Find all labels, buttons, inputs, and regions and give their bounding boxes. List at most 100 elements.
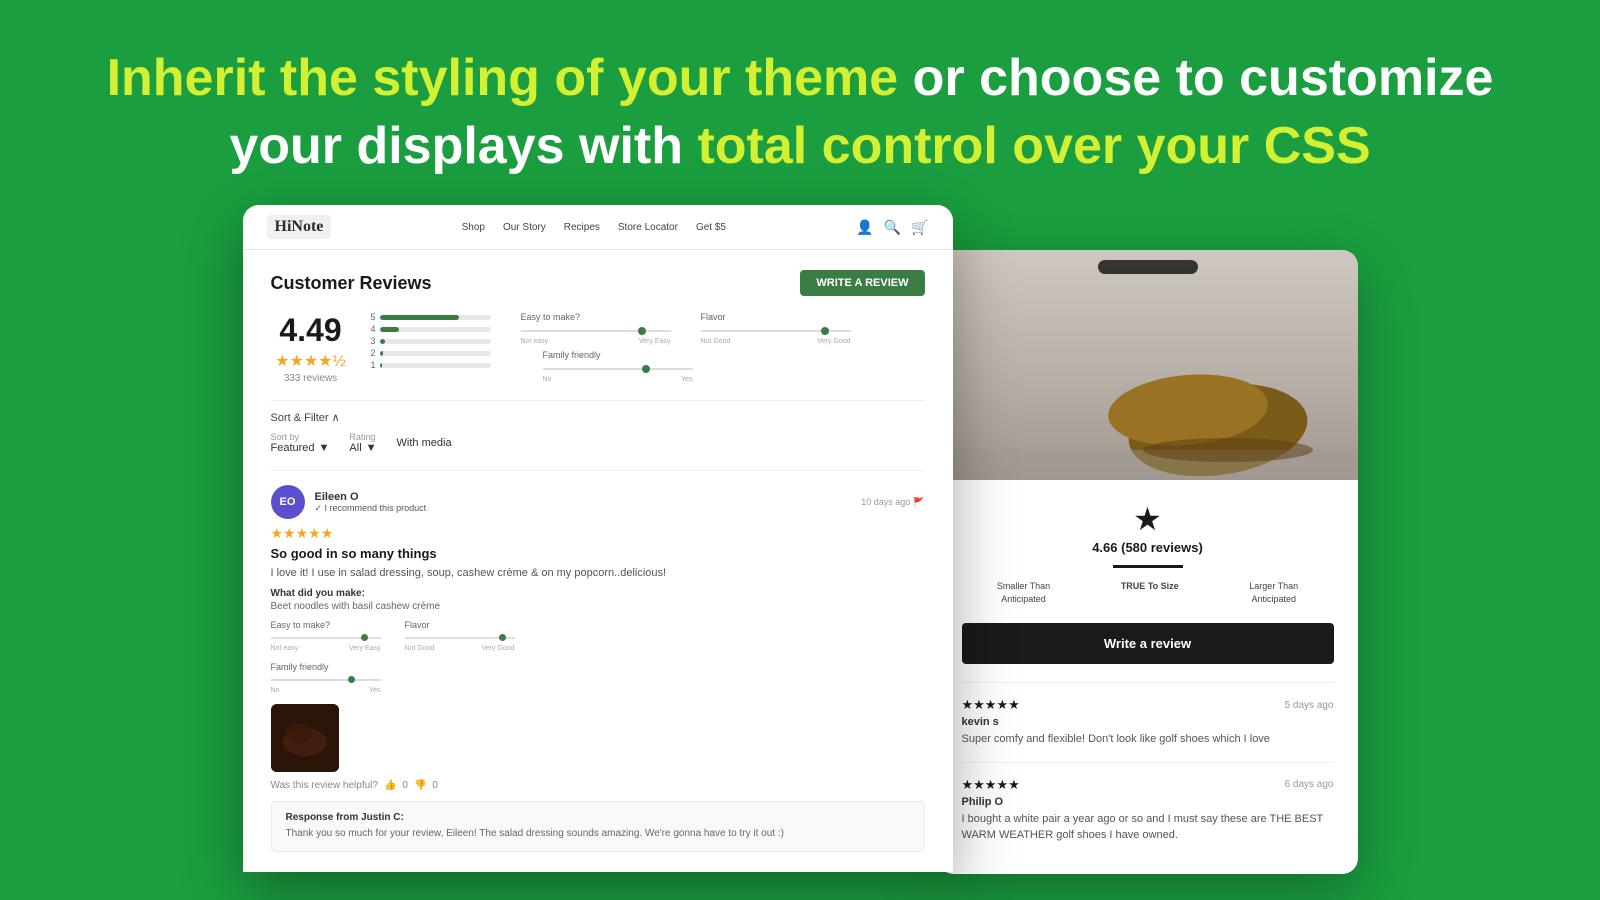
shoe-review-1-date: 5 days ago bbox=[1285, 700, 1334, 711]
product-image-area bbox=[938, 250, 1358, 480]
review-headline: So good in so many things bbox=[271, 546, 925, 561]
hero-text-yellow-2: total control over your CSS bbox=[697, 117, 1370, 175]
nav-links: Shop Our Story Recipes Store Locator Get… bbox=[462, 222, 726, 233]
rating-summary: 4.49 ★★★★½ 333 reviews 5 4 3 bbox=[271, 312, 925, 384]
attributes-section: Easy to make? Not easyVery Easy Flavor bbox=[521, 312, 851, 345]
review-header: Customer Reviews WRITE A REVIEW bbox=[271, 270, 925, 296]
shoe-review-1-stars: ★★★★★ bbox=[962, 697, 1020, 713]
hero-section: Inherit the styling of your theme or cho… bbox=[0, 0, 1600, 205]
attr-block-2: Flavor Not GoodVery Good bbox=[701, 312, 851, 345]
hero-text-white-2: your displays with bbox=[229, 117, 683, 175]
thumbdown-icon[interactable]: 👎 bbox=[414, 780, 426, 791]
with-media-filter[interactable]: With media bbox=[397, 437, 452, 449]
shoe-reviewer-1-name: kevin s bbox=[962, 716, 1334, 728]
avg-rating-block: 4.49 ★★★★½ 333 reviews bbox=[271, 312, 351, 384]
nav-store-locator[interactable]: Store Locator bbox=[618, 222, 678, 233]
rating-group: Rating All ▼ bbox=[349, 432, 376, 454]
nav-get5[interactable]: Get $5 bbox=[696, 222, 726, 233]
reviewer-name: Eileen O bbox=[315, 491, 427, 503]
cart-icon[interactable]: 🛒 bbox=[911, 219, 928, 236]
shoe-review-item-1: ★★★★★ 5 days ago kevin s Super comfy and… bbox=[962, 697, 1334, 763]
reviewer-avatar: EO bbox=[271, 485, 305, 519]
made-value: Beet noodles with basil cashew crème bbox=[271, 601, 925, 612]
review-attrs: Easy to make? Not easyVery Easy Flavor bbox=[271, 620, 925, 652]
hero-text-white-1: or choose to customize bbox=[913, 49, 1494, 107]
shoe-review-item-2: ★★★★★ 6 days ago Philip O I bought a whi… bbox=[962, 777, 1334, 844]
store-nav: HiNote Shop Our Story Recipes Store Loca… bbox=[243, 205, 953, 250]
size-fit-larger: Larger ThanAnticipated bbox=[1249, 580, 1298, 605]
shoe-reviews-list: ★★★★★ 5 days ago kevin s Super comfy and… bbox=[962, 682, 1334, 844]
sort-by-group: Sort by Featured ▼ bbox=[271, 432, 330, 454]
made-label: What did you make: bbox=[271, 588, 925, 599]
rating-select[interactable]: All ▼ bbox=[349, 442, 376, 454]
review-photo bbox=[271, 704, 339, 772]
attr-label-1: Easy to make? bbox=[521, 312, 671, 322]
flag-icon: 🚩 bbox=[913, 497, 924, 508]
helpful-row: Was this review helpful? 👍 0 👎 0 bbox=[271, 780, 925, 791]
rating-label: Rating bbox=[349, 432, 376, 442]
response-box: Response from Justin C: Thank you so muc… bbox=[271, 801, 925, 852]
reviewer-row: EO Eileen O ✓ I recommend this product 1… bbox=[271, 485, 925, 519]
sort-chevron-icon: ▼ bbox=[319, 442, 330, 454]
bar-row-1: 1 bbox=[371, 360, 491, 370]
response-text: Thank you so much for your review, Eilee… bbox=[286, 826, 910, 841]
right-screenshot: ★ 4.66 (580 reviews) Smaller ThanAnticip… bbox=[938, 250, 1358, 874]
attr-block-3: Family friendly NoYes bbox=[543, 350, 693, 383]
size-fit-bar bbox=[1113, 565, 1183, 568]
store-logo: HiNote bbox=[267, 215, 332, 239]
size-fit-row: Smaller ThanAnticipated TRUE To Size Lar… bbox=[962, 580, 1334, 605]
shoe-write-review-button[interactable]: Write a review bbox=[962, 623, 1334, 664]
rating-value: All bbox=[349, 442, 361, 454]
sort-filter-toggle[interactable]: Sort & Filter ∧ bbox=[271, 411, 925, 424]
sort-by-value: Featured bbox=[271, 442, 315, 454]
review-section-title: Customer Reviews bbox=[271, 273, 432, 294]
bar-row-3: 3 bbox=[371, 336, 491, 346]
shoe-review-panel: ★ 4.66 (580 reviews) Smaller ThanAnticip… bbox=[938, 480, 1358, 874]
review-attr-2: Flavor Not GoodVery Good bbox=[405, 620, 515, 652]
reviews-count: 333 reviews bbox=[271, 373, 351, 384]
size-fit-true: TRUE To Size bbox=[1121, 580, 1179, 605]
shoe-big-star-icon: ★ bbox=[962, 500, 1334, 538]
nav-icons: 👤 🔍 🛒 bbox=[856, 219, 928, 236]
bar-row-4: 4 bbox=[371, 324, 491, 334]
hero-heading: Inherit the styling of your theme or cho… bbox=[100, 45, 1500, 180]
shoe-review-2-date: 6 days ago bbox=[1285, 779, 1334, 790]
response-label: Response from Justin C: bbox=[286, 812, 910, 823]
screenshots-container: HiNote Shop Our Story Recipes Store Loca… bbox=[0, 205, 1600, 872]
shoe-review-2-stars: ★★★★★ bbox=[962, 777, 1020, 793]
avg-number: 4.49 bbox=[271, 312, 351, 349]
thumbup-icon[interactable]: 👍 bbox=[384, 780, 396, 791]
sort-by-select[interactable]: Featured ▼ bbox=[271, 442, 330, 454]
hero-text-yellow-1: Inherit the styling of your theme bbox=[107, 49, 899, 107]
nav-recipes[interactable]: Recipes bbox=[564, 222, 600, 233]
shoe-review-2-body: I bought a white pair a year ago or so a… bbox=[962, 811, 1334, 844]
nav-shop[interactable]: Shop bbox=[462, 222, 485, 233]
bar-row-5: 5 bbox=[371, 312, 491, 322]
avg-stars: ★★★★½ bbox=[271, 351, 351, 371]
review-date: 10 days ago 🚩 bbox=[861, 497, 924, 508]
left-screenshot: HiNote Shop Our Story Recipes Store Loca… bbox=[243, 205, 953, 872]
review-item: EO Eileen O ✓ I recommend this product 1… bbox=[271, 470, 925, 852]
attr-block-1: Easy to make? Not easyVery Easy bbox=[521, 312, 671, 345]
review-attr-3: Family friendly NoYes bbox=[271, 662, 925, 694]
sort-filter: Sort & Filter ∧ Sort by Featured ▼ Ratin… bbox=[271, 400, 925, 462]
shoe-rating-text: 4.66 (580 reviews) bbox=[962, 540, 1334, 555]
review-attr-1: Easy to make? Not easyVery Easy bbox=[271, 620, 381, 652]
filter-row: Sort by Featured ▼ Rating All ▼ With bbox=[271, 432, 925, 454]
size-fit-smaller: Smaller ThanAnticipated bbox=[997, 580, 1050, 605]
shoe-review-1-body: Super comfy and flexible! Don't look lik… bbox=[962, 731, 1334, 748]
bar-row-2: 2 bbox=[371, 348, 491, 358]
search-icon[interactable]: 🔍 bbox=[884, 219, 901, 236]
review-content: Customer Reviews WRITE A REVIEW 4.49 ★★★… bbox=[243, 250, 953, 872]
attr-label-2: Flavor bbox=[701, 312, 851, 322]
recommend-badge: ✓ I recommend this product bbox=[315, 503, 427, 514]
account-icon[interactable]: 👤 bbox=[856, 219, 873, 236]
write-review-button[interactable]: WRITE A REVIEW bbox=[800, 270, 924, 296]
shoe-star-display: ★ 4.66 (580 reviews) bbox=[962, 500, 1334, 555]
review-body: I love it! I use in salad dressing, soup… bbox=[271, 565, 925, 582]
shoe-reviewer-2-name: Philip O bbox=[962, 796, 1334, 808]
sort-by-label: Sort by bbox=[271, 432, 330, 442]
rating-chevron-icon: ▼ bbox=[366, 442, 377, 454]
nav-our-story[interactable]: Our Story bbox=[503, 222, 546, 233]
rating-bars: 5 4 3 2 1 bbox=[371, 312, 491, 370]
